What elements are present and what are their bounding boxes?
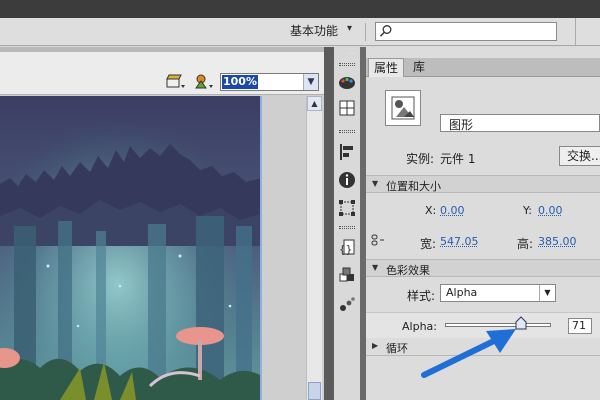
- section-title: 位置和大小: [386, 180, 441, 193]
- x-value[interactable]: 0.00: [440, 204, 465, 217]
- scene-icon[interactable]: [165, 73, 185, 91]
- instance-name: 元件 1: [440, 152, 476, 166]
- height-value[interactable]: 385.00: [538, 235, 577, 248]
- style-value: Alpha: [446, 286, 478, 299]
- forest-artwork: [0, 96, 260, 400]
- drag-grip[interactable]: [339, 130, 355, 133]
- workspace-switcher[interactable]: 基本功能: [290, 22, 338, 39]
- chevron-down-icon[interactable]: ▼: [303, 74, 318, 90]
- zoom-select[interactable]: 100% ▼: [220, 73, 319, 91]
- edit-bar: 100% ▼: [0, 52, 324, 95]
- swap-button[interactable]: 交换...: [559, 146, 600, 166]
- motion-presets-icon[interactable]: [337, 294, 357, 314]
- section-color-effect[interactable]: ▼ 色彩效果: [366, 259, 600, 277]
- height-label: 高:: [517, 237, 534, 251]
- chevron-down-icon[interactable]: ▾: [347, 23, 352, 34]
- symbol-type-value: 图形: [449, 118, 474, 132]
- stage-area: 100% ▼ ▲: [0, 47, 324, 400]
- link-chain-icon[interactable]: [371, 234, 385, 246]
- graphic-symbol-icon: [385, 90, 421, 126]
- divider: [575, 18, 576, 46]
- swatches-grid-icon[interactable]: [337, 98, 357, 118]
- vertical-scrollbar[interactable]: ▲: [306, 96, 322, 400]
- window-title-bar: [0, 0, 600, 18]
- alpha-input[interactable]: 71: [568, 318, 592, 334]
- panel-tabs: 属性 库: [366, 58, 600, 77]
- section-title: 色彩效果: [386, 264, 430, 277]
- x-label: X:: [425, 204, 437, 217]
- width-value[interactable]: 547.05: [440, 235, 479, 248]
- y-label: Y:: [523, 204, 532, 217]
- scrollbar-thumb[interactable]: [308, 382, 321, 400]
- stage-canvas[interactable]: [0, 96, 262, 400]
- collapse-triangle-icon[interactable]: ▼: [372, 179, 378, 188]
- info-icon[interactable]: [337, 170, 357, 190]
- section-position-size[interactable]: ▼ 位置和大小: [366, 175, 600, 193]
- collapse-panels-icon[interactable]: ◂◂: [348, 49, 355, 57]
- panel-dock-icons: {}: [334, 58, 360, 400]
- search-input[interactable]: [375, 22, 557, 41]
- tab-properties[interactable]: 属性: [368, 58, 404, 77]
- components-icon[interactable]: [337, 266, 357, 286]
- scroll-up-arrow-icon[interactable]: ▲: [307, 96, 322, 111]
- instance-label: 实例:: [406, 152, 435, 166]
- panel-divider[interactable]: [324, 47, 334, 400]
- application-bar: 基本功能 ▾: [0, 18, 600, 46]
- y-value[interactable]: 0.00: [538, 204, 563, 217]
- section-title: 循环: [386, 342, 408, 355]
- transform-icon[interactable]: [337, 198, 357, 218]
- align-icon[interactable]: [337, 142, 357, 162]
- annotation-arrow-icon: [421, 329, 516, 378]
- color-swatches-icon[interactable]: [337, 72, 357, 92]
- collapse-triangle-icon[interactable]: ▼: [372, 263, 378, 272]
- drag-grip[interactable]: [339, 63, 355, 66]
- chevron-down-icon[interactable]: ▼: [539, 285, 555, 301]
- symbol-icon[interactable]: [193, 73, 213, 91]
- symbol-type-select[interactable]: 图形: [440, 114, 600, 132]
- drag-grip[interactable]: [339, 226, 355, 229]
- color-style-select[interactable]: Alpha ▼: [440, 284, 556, 302]
- expand-triangle-icon[interactable]: ▶: [372, 341, 378, 350]
- width-label: 宽:: [420, 237, 437, 251]
- divider: [365, 23, 366, 41]
- search-icon: [379, 25, 392, 37]
- tab-library[interactable]: 库: [406, 58, 432, 77]
- zoom-value: 100%: [222, 75, 258, 89]
- code-snippet-icon[interactable]: {}: [337, 238, 357, 258]
- svg-text:{}: {}: [339, 243, 352, 256]
- style-label: 样式:: [407, 289, 436, 303]
